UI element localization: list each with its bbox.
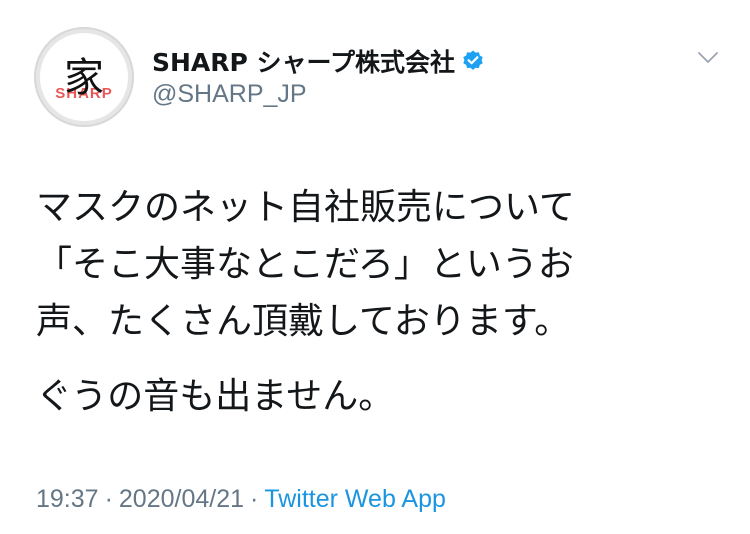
tweet-text-line: 「そこ大事なとこだろ」というお (36, 244, 574, 285)
tweet-card: SHARP 家 SHARP シャープ株式会社 @SHARP_JP マスクのネット… (0, 0, 750, 534)
tweet-time[interactable]: 19:37 (36, 485, 99, 513)
display-name[interactable]: SHARP シャープ株式会社 (152, 43, 455, 79)
avatar-glyph: 家 (64, 55, 104, 101)
tweet-text-paragraph: ぐうの音も出ません。 (36, 376, 395, 417)
tweet-metadata: 19:37 · 2020/04/21 · Twitter Web App (36, 485, 446, 514)
tweet-text: マスクのネット自社販売について 「そこ大事なとこだろ」というお 声、たくさん頂戴… (36, 179, 716, 425)
meta-separator: · (104, 485, 113, 513)
tweet-date[interactable]: 2020/04/21 (119, 485, 244, 513)
tweet-source-link[interactable]: Twitter Web App (264, 485, 446, 513)
avatar[interactable]: SHARP 家 (34, 27, 134, 127)
user-handle[interactable]: @SHARP_JP (152, 80, 307, 109)
verified-badge-icon (463, 50, 483, 70)
tweet-text-line: 声、たくさん頂戴しております。 (36, 301, 571, 342)
tweet-text-line: マスクのネット自社販売について (36, 187, 575, 228)
author-name-row[interactable]: SHARP シャープ株式会社 (152, 41, 485, 81)
chevron-down-icon[interactable] (696, 46, 720, 70)
meta-separator: · (250, 485, 259, 513)
